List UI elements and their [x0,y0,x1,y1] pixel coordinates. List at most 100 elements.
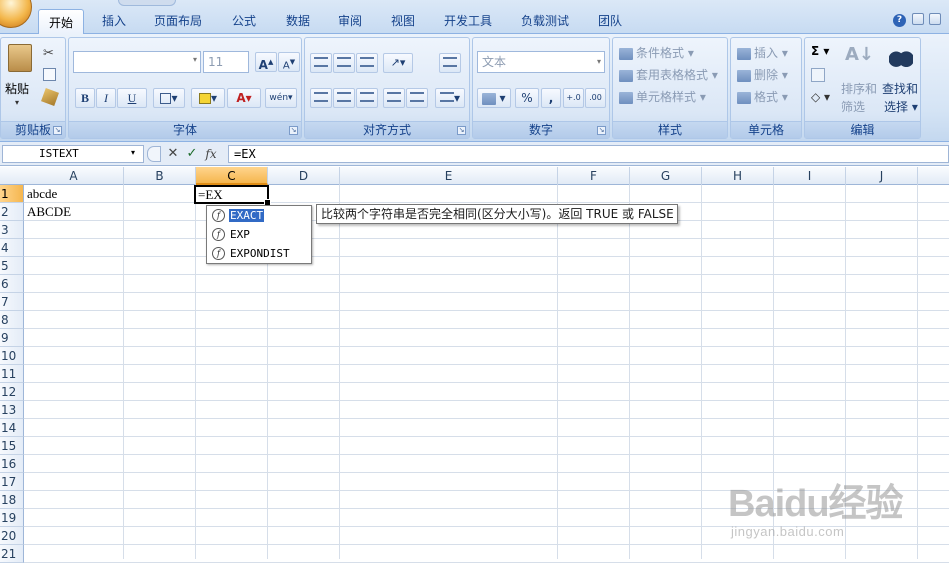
column-header-J[interactable]: J [846,167,918,185]
office-button[interactable] [0,0,32,28]
row-header-8[interactable]: 8 [0,311,24,329]
find-select-button-line2[interactable]: 选择 ▾ [884,98,918,115]
tab-view[interactable]: 视图 [381,8,425,34]
font-color-button[interactable]: A▾ [227,88,261,108]
column-header-A[interactable]: A [24,167,124,185]
row-header-21[interactable]: 21 [0,545,24,563]
comma-button[interactable]: , [541,88,561,108]
clipboard-launcher-icon[interactable]: ↘ [53,126,62,135]
tab-home[interactable]: 开始 [38,9,84,35]
bold-button[interactable]: B [75,88,95,108]
row-header-15[interactable]: 15 [0,437,24,455]
font-size-box[interactable]: 11 [203,51,249,73]
accounting-format-button[interactable]: ▾ [477,88,511,108]
font-name-box[interactable]: ▾ [73,51,201,73]
tab-team[interactable]: 团队 [588,8,632,34]
row-header-19[interactable]: 19 [0,509,24,527]
shrink-font-button[interactable]: A▼ [278,52,300,72]
italic-button[interactable]: I [96,88,116,108]
cancel-icon[interactable]: ✕ [164,145,182,163]
column-header-I[interactable]: I [774,167,846,185]
row-header-11[interactable]: 11 [0,365,24,383]
row-header-7[interactable]: 7 [0,293,24,311]
quick-access-toolbar[interactable] [118,0,176,6]
row-header-12[interactable]: 12 [0,383,24,401]
formula-bar-expand-handle[interactable] [147,146,161,162]
row-header-10[interactable]: 10 [0,347,24,365]
formula-input[interactable]: =EX [228,145,949,163]
orientation-button[interactable]: ↗▾ [383,53,413,73]
align-right-button[interactable] [356,88,378,108]
format-as-table-button[interactable]: 套用表格格式 ▾ [619,66,718,83]
autocomplete-item-expondist[interactable]: f EXPONDIST [207,244,311,263]
font-launcher-icon[interactable]: ↘ [289,126,298,135]
font-name-dropdown-icon[interactable]: ▾ [193,55,197,64]
cut-icon[interactable]: ✂ [43,46,54,61]
number-launcher-icon[interactable]: ↘ [597,126,606,135]
number-format-dropdown-icon[interactable]: ▾ [597,52,601,72]
decrease-indent-button[interactable] [383,88,405,108]
number-format-box[interactable]: 文本 ▾ [477,51,605,73]
grow-font-button[interactable]: A▲ [255,52,277,72]
row-header-18[interactable]: 18 [0,491,24,509]
cell-A2[interactable]: ABCDE [24,203,124,221]
row-header-2[interactable]: 2 [0,203,24,221]
row-header-6[interactable]: 6 [0,275,24,293]
name-box[interactable]: ISTEXT [2,145,144,163]
column-header-D[interactable]: D [268,167,340,185]
fill-color-button[interactable]: ▾ [191,88,225,108]
align-middle-button[interactable] [333,53,355,73]
row-header-16[interactable]: 16 [0,455,24,473]
tab-formulas[interactable]: 公式 [222,8,266,34]
increase-indent-button[interactable] [406,88,428,108]
row-header-20[interactable]: 20 [0,527,24,545]
row-header-9[interactable]: 9 [0,329,24,347]
autocomplete-item-exact[interactable]: f EXACT [207,206,311,225]
tab-insert[interactable]: 插入 [92,8,136,34]
tab-data[interactable]: 数据 [276,8,320,34]
help-icon[interactable]: ? [893,14,906,27]
cell-A1[interactable]: abcde [24,185,124,203]
align-top-button[interactable] [310,53,332,73]
autosum-button[interactable]: Σ ▾ [811,44,829,58]
name-box-dropdown-icon[interactable]: ▾ [131,148,135,157]
row-header-1[interactable]: 1 [0,185,24,203]
row-header-5[interactable]: 5 [0,257,24,275]
restore-icon[interactable] [929,13,941,25]
paste-icon[interactable] [8,44,32,72]
autocomplete-item-exp[interactable]: f EXP [207,225,311,244]
tab-developer[interactable]: 开发工具 [435,8,501,34]
row-header-4[interactable]: 4 [0,239,24,257]
tab-review[interactable]: 审阅 [328,8,372,34]
fill-icon[interactable] [811,68,825,82]
tab-load-test[interactable]: 负载测试 [510,8,580,34]
clear-button[interactable]: ◇ ▾ [811,90,830,104]
underline-button[interactable]: U [117,88,147,108]
row-header-3[interactable]: 3 [0,221,24,239]
alignment-launcher-icon[interactable]: ↘ [457,126,466,135]
row-header-17[interactable]: 17 [0,473,24,491]
find-select-button[interactable]: 查找和 [882,80,918,97]
wrap-text-button[interactable] [439,53,461,73]
row-header-14[interactable]: 14 [0,419,24,437]
column-header-E[interactable]: E [340,167,558,185]
format-painter-icon[interactable] [41,88,59,106]
copy-icon[interactable] [43,68,56,81]
merge-center-button[interactable]: ▾ [435,88,465,108]
tab-page-layout[interactable]: 页面布局 [145,8,211,34]
column-header-H[interactable]: H [702,167,774,185]
active-cell-C1[interactable]: =EX [194,185,271,206]
enter-icon[interactable]: ✓ [183,145,201,163]
delete-cells-button[interactable]: 删除 ▾ [737,66,788,83]
row-header-13[interactable]: 13 [0,401,24,419]
insert-function-icon[interactable]: fx [202,145,220,163]
percent-button[interactable]: % [515,88,539,108]
sort-filter-button[interactable]: 排序和 [841,80,877,97]
align-bottom-button[interactable] [356,53,378,73]
sort-filter-button-line2[interactable]: 筛选 [841,98,865,115]
column-header-F[interactable]: F [558,167,630,185]
minimize-icon[interactable] [912,13,924,25]
align-left-button[interactable] [310,88,332,108]
insert-cells-button[interactable]: 插入 ▾ [737,44,788,61]
format-cells-button[interactable]: 格式 ▾ [737,88,788,105]
